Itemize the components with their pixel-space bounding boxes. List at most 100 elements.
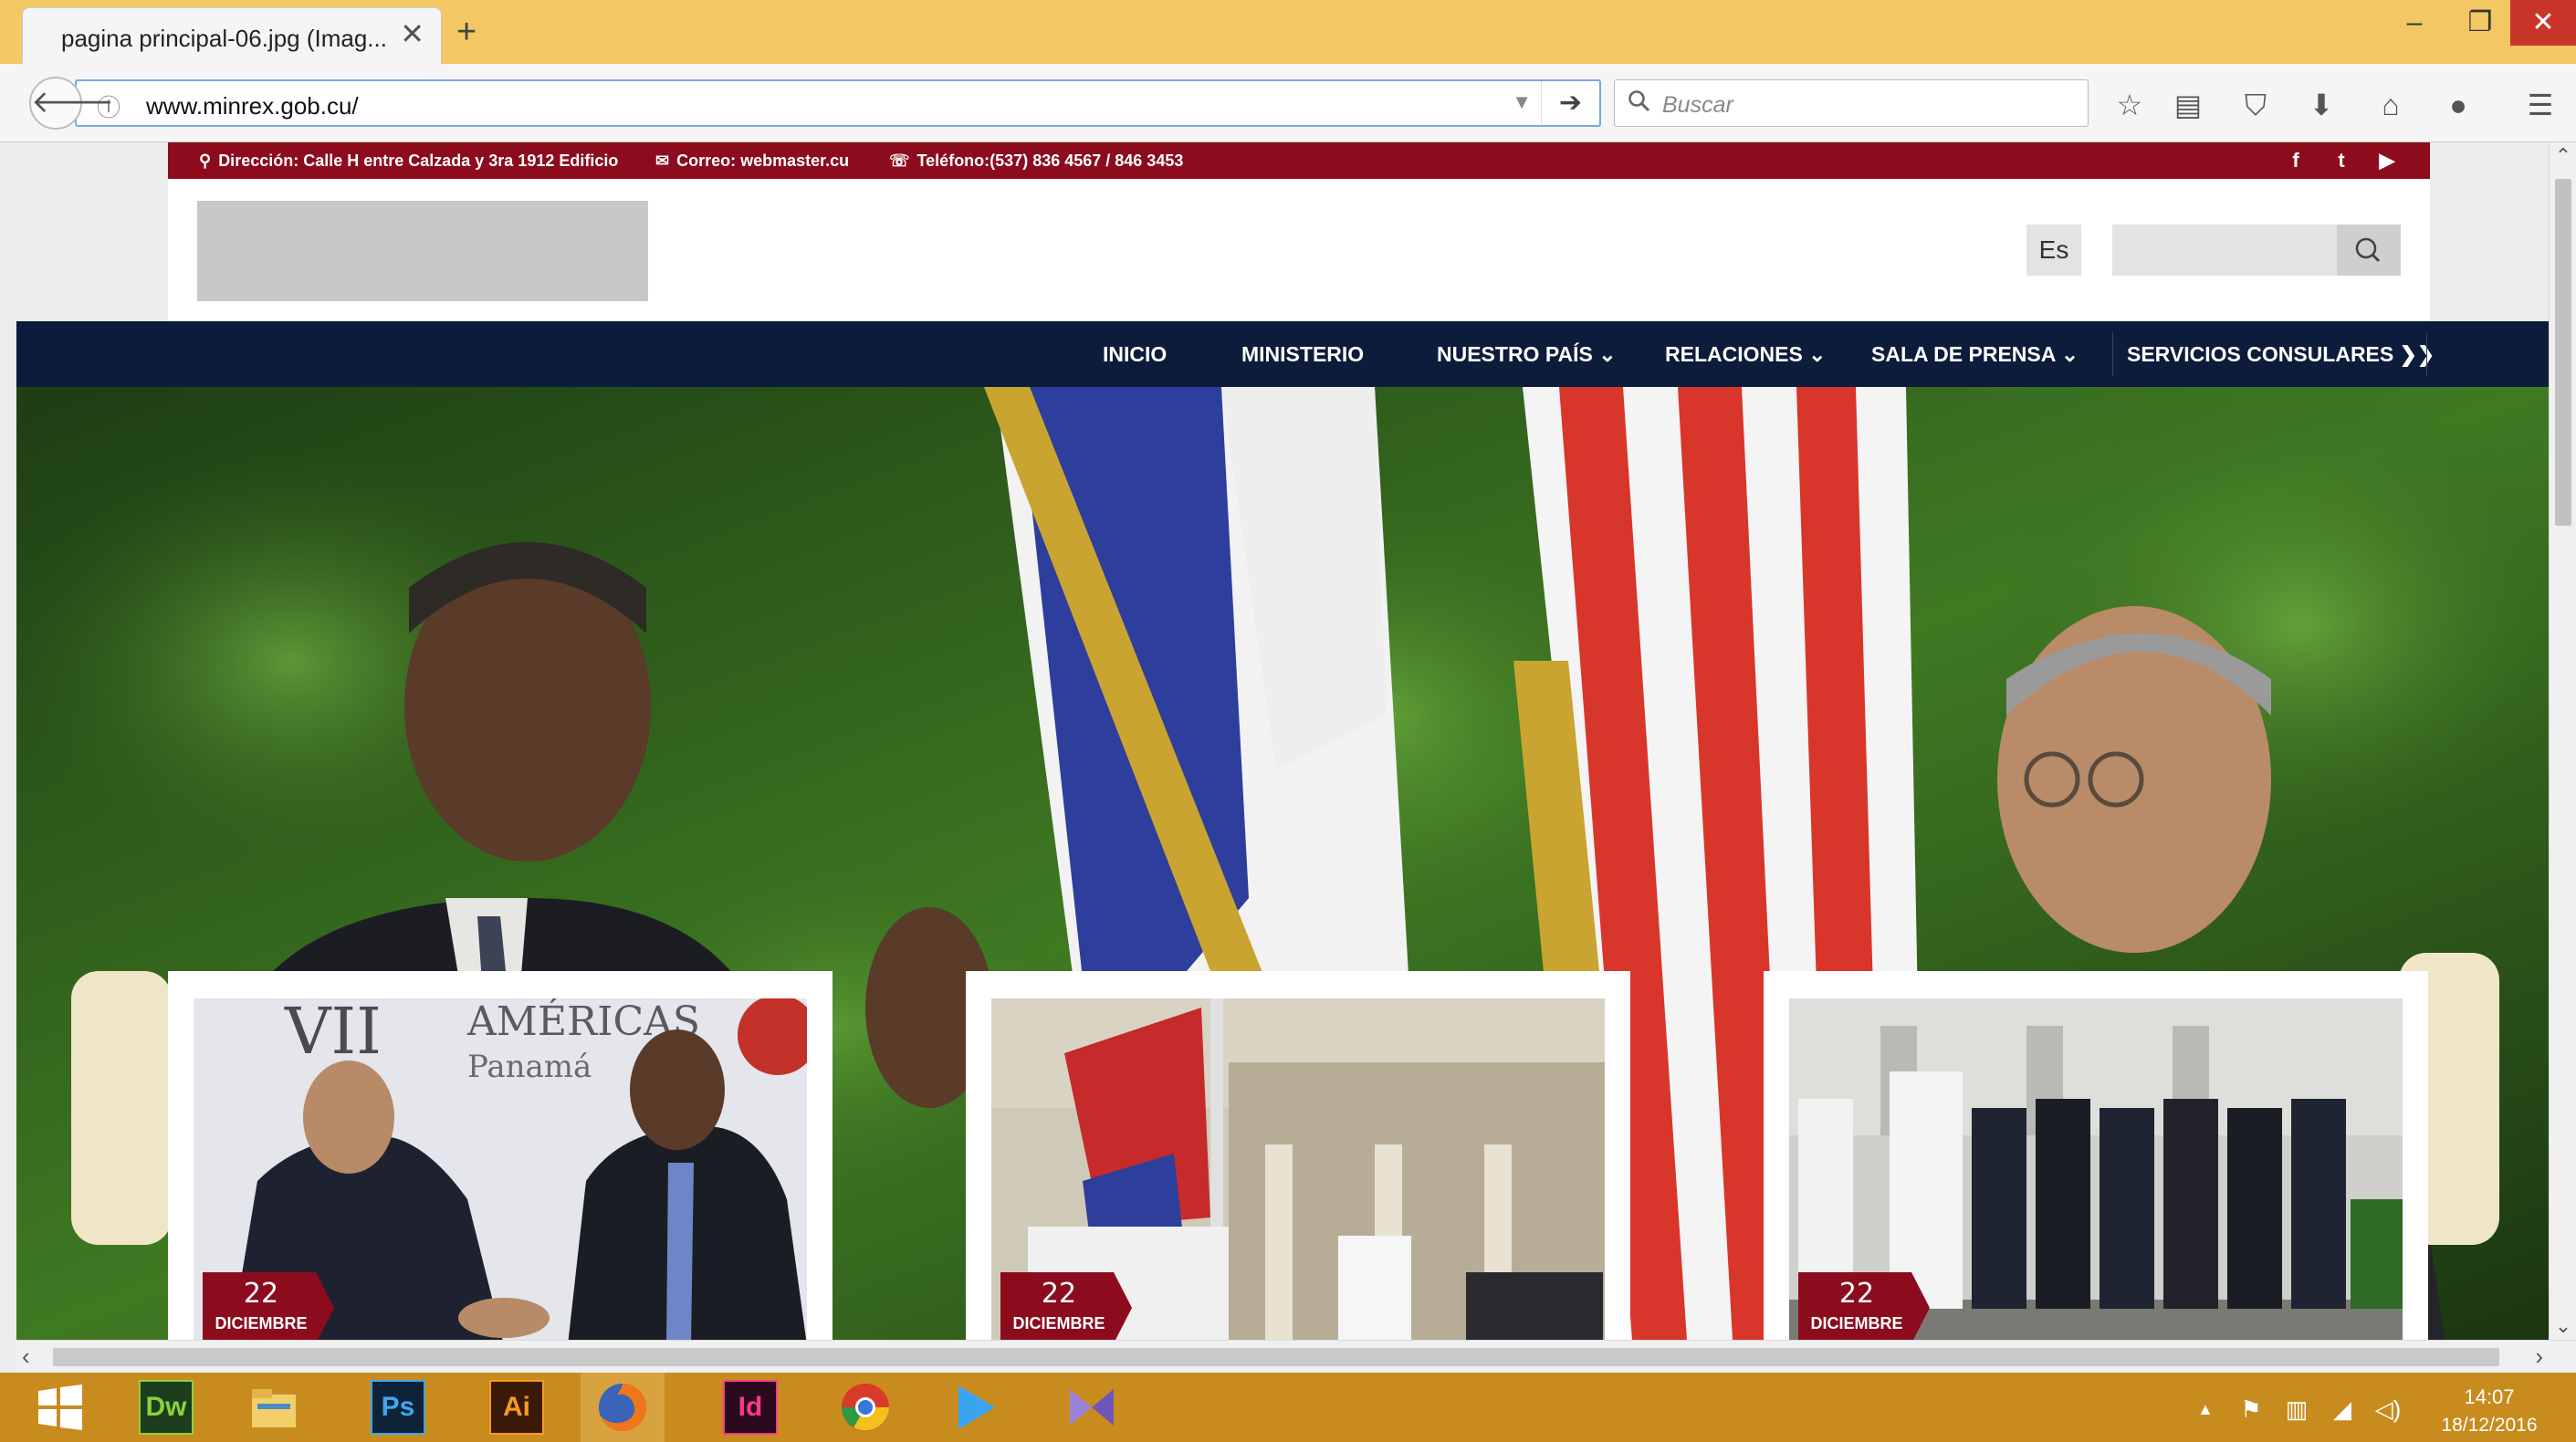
- site-search-button[interactable]: [2337, 225, 2401, 276]
- site-header: Es: [168, 179, 2430, 321]
- clock-date[interactable]: 18/12/2016: [2430, 1415, 2549, 1437]
- downloads-icon[interactable]: ⬇: [2300, 84, 2342, 126]
- firefox-active-slot[interactable]: [581, 1373, 665, 1442]
- left-chair: [71, 971, 172, 1245]
- file-explorer-icon[interactable]: [246, 1380, 301, 1435]
- new-tab-button[interactable]: +: [456, 15, 476, 49]
- tray-expand-icon[interactable]: ▲: [2191, 1395, 2220, 1424]
- contact-bar: ⚲ Dirección: Calle H entre Calzada y 3ra …: [168, 142, 2430, 179]
- illustrator-icon[interactable]: Ai: [489, 1380, 544, 1435]
- nav-item-relaciones[interactable]: RELACIONES ⌄: [1665, 321, 1826, 387]
- battery-icon[interactable]: ▥: [2282, 1395, 2311, 1424]
- date-month: DICIEMBRE: [1012, 1314, 1105, 1332]
- vertical-scroll-thumb[interactable]: [2555, 179, 2571, 526]
- visual-studio-icon[interactable]: [1064, 1380, 1119, 1435]
- search-icon: [2355, 237, 2381, 263]
- phone-icon: ☏: [889, 152, 910, 170]
- news-card-image[interactable]: 22 DICIEMBRE: [1789, 998, 2403, 1340]
- scroll-right-icon[interactable]: ›: [2535, 1343, 2543, 1371]
- dreamweaver-label: Dw: [145, 1392, 187, 1422]
- date-day: 22: [1041, 1278, 1077, 1310]
- news-card[interactable]: VII AMÉRICAS Panamá 22 DICIEMBRE: [168, 971, 832, 1340]
- facebook-icon[interactable]: f: [2280, 148, 2311, 173]
- date-month: DICIEMBRE: [1810, 1314, 1903, 1332]
- pocket-icon[interactable]: ⛉: [2235, 84, 2277, 126]
- location-pin-icon: ⚲: [199, 152, 212, 170]
- nav-item-sala-de-prensa[interactable]: SALA DE PRENSA ⌄: [1871, 321, 2079, 387]
- photo-caption-vii: VII: [284, 998, 382, 1069]
- illustrator-label: Ai: [503, 1392, 530, 1422]
- browser-search-input[interactable]: Buscar: [1614, 79, 2089, 127]
- photoshop-icon[interactable]: Ps: [371, 1380, 425, 1435]
- home-icon[interactable]: ⌂: [2370, 84, 2412, 126]
- indesign-label: Id: [738, 1392, 763, 1422]
- nav-divider: [2426, 332, 2427, 376]
- horizontal-scrollbar[interactable]: ‹ ›: [16, 1340, 2576, 1373]
- indesign-icon[interactable]: Id: [723, 1380, 778, 1435]
- url-bar[interactable]: ⓘ www.minrex.gob.cu/ ▼ ➔: [75, 79, 1601, 127]
- email-text: Correo: webmaster.cu: [676, 152, 850, 170]
- scroll-down-icon[interactable]: ⌄: [2550, 1314, 2576, 1338]
- tab-close-icon[interactable]: ✕: [400, 19, 424, 48]
- back-button[interactable]: 🡐: [29, 77, 114, 130]
- firefox-icon: [599, 1384, 646, 1431]
- youtube-icon[interactable]: ▶: [2372, 148, 2403, 173]
- browser-tab-bar: pagina principal-06.jpg (Imag... ✕ + – ❐…: [0, 0, 2576, 64]
- menu-icon[interactable]: ☰: [2519, 84, 2561, 126]
- back-arrow-icon: 🡐: [31, 85, 115, 120]
- vertical-scrollbar[interactable]: ⌃ ⌄: [2549, 142, 2576, 1340]
- date-month: DICIEMBRE: [215, 1314, 308, 1332]
- media-player-icon[interactable]: [948, 1380, 1002, 1435]
- url-dropdown-icon[interactable]: ▼: [1512, 90, 1532, 114]
- horizontal-scroll-thumb[interactable]: [53, 1348, 2499, 1366]
- windows-start-icon[interactable]: [33, 1380, 88, 1435]
- browser-toolbar: ⓘ www.minrex.gob.cu/ ▼ ➔ 🡐 Buscar ☆ ▤ ⛉ …: [0, 64, 2576, 142]
- reading-list-icon[interactable]: ▤: [2167, 84, 2209, 126]
- phone-text: Teléfono:(537) 836 4567 / 846 3453: [916, 152, 1184, 170]
- page-viewport: ⚲ Dirección: Calle H entre Calzada y 3ra …: [16, 142, 2549, 1340]
- browser-tab[interactable]: pagina principal-06.jpg (Imag... ✕: [22, 7, 442, 64]
- news-card-image[interactable]: 22 DICIEMBRE: [991, 998, 1605, 1340]
- scroll-up-icon[interactable]: ⌃: [2550, 144, 2576, 168]
- url-text[interactable]: www.minrex.gob.cu/: [146, 92, 359, 120]
- date-badge: 22 DICIEMBRE: [1000, 1272, 1132, 1340]
- news-card-image[interactable]: VII AMÉRICAS Panamá 22 DICIEMBRE: [194, 998, 807, 1340]
- nav-item-inicio[interactable]: INICIO: [1103, 321, 1167, 387]
- action-center-flag-icon[interactable]: ⚑: [2236, 1395, 2266, 1424]
- phone-item: ☏ Teléfono:(537) 836 4567 / 846 3453: [889, 152, 1183, 171]
- dreamweaver-icon[interactable]: Dw: [139, 1380, 194, 1435]
- chrome-icon[interactable]: [838, 1380, 893, 1435]
- network-icon[interactable]: ◢: [2328, 1395, 2357, 1424]
- twitter-icon[interactable]: t: [2326, 148, 2357, 173]
- nav-item-nuestro-pais[interactable]: NUESTRO PAÍS ⌄: [1437, 321, 1616, 387]
- chat-icon[interactable]: ●: [2437, 84, 2479, 126]
- news-card[interactable]: 22 DICIEMBRE: [1764, 971, 2428, 1340]
- site-search-input[interactable]: [2112, 225, 2337, 276]
- windows-taskbar: Dw Ps Ai Id ▲ ⚑ ▥ ◢ ◁) 14:07 18/12/2016: [0, 1373, 2576, 1442]
- language-selector[interactable]: Es: [2026, 225, 2081, 276]
- window-minimize-button[interactable]: –: [2382, 0, 2446, 46]
- photoshop-label: Ps: [381, 1392, 415, 1422]
- date-day: 22: [1838, 1278, 1875, 1310]
- news-card[interactable]: 22 DICIEMBRE: [966, 971, 1630, 1340]
- window-close-button[interactable]: ✕: [2510, 0, 2576, 46]
- bookmark-star-icon[interactable]: ☆: [2109, 84, 2151, 126]
- nav-item-servicios-consulares[interactable]: SERVICIOS CONSULARES ❯❯: [2127, 321, 2435, 387]
- photo-caption-panama: Panamá: [467, 1049, 592, 1085]
- logo-placeholder[interactable]: [197, 201, 648, 301]
- search-icon: [1628, 90, 1650, 112]
- main-navigation: INICIO MINISTERIO NUESTRO PAÍS ⌄ RELACIO…: [16, 321, 2549, 387]
- scroll-left-icon[interactable]: ‹: [22, 1343, 30, 1371]
- go-arrow-icon[interactable]: ➔: [1541, 81, 1599, 125]
- screen: pagina principal-06.jpg (Imag... ✕ + – ❐…: [0, 0, 2576, 1442]
- clock-time[interactable]: 14:07: [2439, 1385, 2539, 1409]
- date-day: 22: [243, 1278, 279, 1310]
- address-text: Dirección: Calle H entre Calzada y 3ra 1…: [218, 152, 619, 170]
- email-item[interactable]: ✉ Correo: webmaster.cu: [655, 152, 849, 171]
- address-item: ⚲ Dirección: Calle H entre Calzada y 3ra …: [199, 152, 618, 171]
- volume-icon[interactable]: ◁): [2373, 1395, 2403, 1424]
- window-maximize-button[interactable]: ❐: [2448, 0, 2512, 46]
- nav-item-ministerio[interactable]: MINISTERIO: [1241, 321, 1364, 387]
- date-badge: 22 DICIEMBRE: [203, 1272, 334, 1340]
- search-placeholder: Buscar: [1662, 92, 1733, 118]
